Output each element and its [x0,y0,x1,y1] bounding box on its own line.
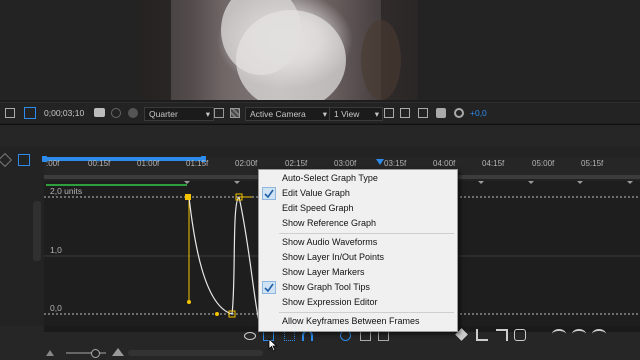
show-channel-icon[interactable] [128,108,138,118]
ruler-label: 05:00f [532,159,555,168]
zoom-out-icon[interactable] [46,350,54,356]
hold-keyframe-icon[interactable] [476,329,488,341]
camera-value: Active Camera [250,109,306,119]
keyframe-nav-icon[interactable] [0,152,13,168]
chevron-down-icon: ▾ [374,109,379,119]
menu-item-label: Allow Keyframes Between Frames [282,316,420,326]
menu-item-edit-value-graph[interactable]: Edit Value Graph [259,186,457,201]
y-axis-label-mid: 1,0 [50,245,62,255]
current-time-display[interactable]: 0;00;03;10 [44,107,84,119]
zoom-slider[interactable] [66,352,106,354]
menu-separator [279,233,454,234]
timeline-scroll-bar[interactable] [128,350,263,356]
show-snapshot-icon[interactable] [111,108,121,118]
menu-item-show-graph-tool-tips[interactable]: Show Graph Tool Tips [259,280,457,295]
fast-preview-grid-icon[interactable] [400,108,410,118]
menu-item-allow-keyframes-between-frames[interactable]: Allow Keyframes Between Frames [259,314,457,329]
toggle-pixel-aspect-icon[interactable] [384,108,394,118]
timeline-icon[interactable] [418,108,428,118]
menu-separator [279,312,454,313]
zoom-slider-handle[interactable] [91,349,100,358]
auto-bezier-icon[interactable] [514,329,526,341]
menu-item-label: Show Layer Markers [282,267,365,277]
eye-icon[interactable] [244,332,256,340]
graph-options-context-menu: Auto-Select Graph Type Edit Value Graph … [258,169,458,332]
resolution-value: Quarter [149,109,178,119]
y-axis-label-top: 2,0 units [50,186,83,196]
composition-viewer [0,0,640,100]
zoom-in-icon[interactable] [112,348,124,356]
chevron-down-icon: ▾ [322,109,327,119]
resolution-dropdown[interactable]: Quarter ▾ [144,107,214,121]
ruler-label: 04:00f [433,159,456,168]
chevron-down-icon: ▾ [205,109,210,119]
menu-item-show-layer-markers[interactable]: Show Layer Markers [259,265,457,280]
ruler-label: 03:15f [384,159,407,168]
linear-keyframe-icon[interactable] [496,329,508,341]
composition-frame [141,0,418,100]
menu-item-edit-speed-graph[interactable]: Edit Speed Graph [259,201,457,216]
fast-previews-icon[interactable] [214,108,224,118]
work-area-bar[interactable] [44,157,204,161]
always-preview-icon[interactable] [5,108,15,118]
camera-snapshot-icon[interactable] [94,108,105,117]
menu-item-label: Show Graph Tool Tips [282,282,370,292]
viewer-toolbar: 0;00;03;10 Quarter ▾ Active Camera ▾ 1 Vie… [0,102,640,123]
exposure-value[interactable]: +0,0 [470,107,487,119]
panel-divider [0,124,640,148]
easy-ease-in-icon[interactable] [572,329,586,339]
checkmark-icon [262,281,276,294]
menu-item-auto-select-graph-type[interactable]: Auto-Select Graph Type [259,171,457,186]
menu-item-label: Edit Value Graph [282,188,350,198]
menu-item-label: Show Layer In/Out Points [282,252,385,262]
ruler-label: 01:00f [137,159,160,168]
graph-editor-toggle-icon[interactable] [18,154,30,166]
ruler-label: 01:15f [186,159,209,168]
menu-item-show-layer-in-out-points[interactable]: Show Layer In/Out Points [259,250,457,265]
ruler-label: :00f [46,159,60,168]
menu-item-label: Show Reference Graph [282,218,377,228]
camera-dropdown[interactable]: Active Camera ▾ [245,107,331,121]
ruler-label: 05:15f [581,159,604,168]
ruler-label: 02:15f [285,159,308,168]
menu-item-label: Edit Speed Graph [282,203,354,213]
y-axis-label-bottom: 0,0 [50,303,62,313]
mouse-cursor-icon [268,338,278,352]
transparency-grid-icon[interactable] [230,108,240,118]
easy-ease-out-icon[interactable] [592,329,606,339]
ruler-label: 00:15f [88,159,111,168]
ruler-label: 02:00f [235,159,258,168]
ruler-label: 03:00f [334,159,357,168]
easy-ease-icon[interactable] [552,329,566,339]
menu-item-label: Auto-Select Graph Type [282,173,378,183]
views-value: 1 View [334,109,360,119]
footage-image [141,0,418,100]
flowchart-icon[interactable] [436,108,446,118]
checkmark-icon [262,187,276,200]
menu-item-show-audio-waveforms[interactable]: Show Audio Waveforms [259,235,457,250]
reset-exposure-icon[interactable] [454,108,464,118]
menu-item-label: Show Expression Editor [282,297,378,307]
views-dropdown[interactable]: 1 View ▾ [329,107,383,121]
graph-left-gutter [0,181,44,326]
menu-item-label: Show Audio Waveforms [282,237,378,247]
region-of-interest-icon[interactable] [24,107,36,119]
ruler-label: 04:15f [482,159,505,168]
menu-item-show-expression-editor[interactable]: Show Expression Editor [259,295,457,310]
vertical-scroll-handle[interactable] [33,201,41,261]
menu-item-show-reference-graph[interactable]: Show Reference Graph [259,216,457,231]
